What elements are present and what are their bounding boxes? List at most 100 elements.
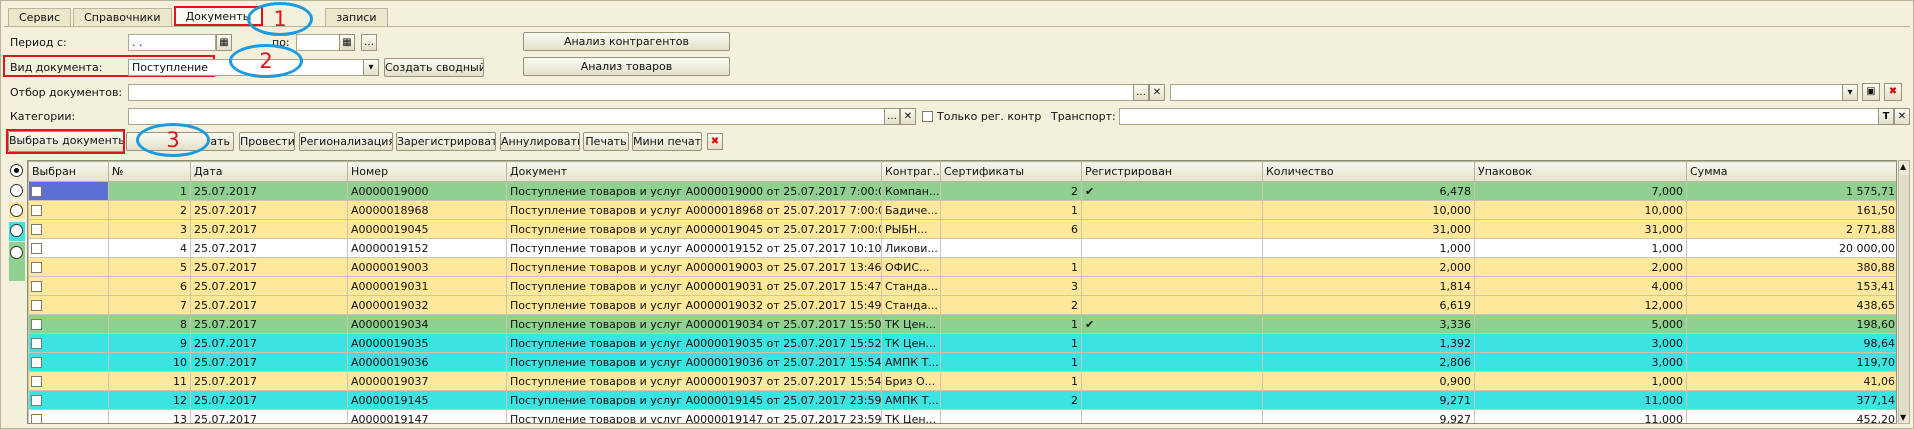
row-document: Поступление товаров и услуг A0000019032 …	[506, 295, 882, 315]
row-selected-cell[interactable]	[28, 352, 109, 372]
row-checkbox[interactable]	[31, 224, 42, 235]
table-row[interactable]: 5 25.07.2017 A0000019003 Поступление товаро…	[28, 257, 1896, 277]
row-checkbox[interactable]	[31, 395, 42, 406]
row-checkbox[interactable]	[31, 376, 42, 387]
table-row[interactable]: 2 25.07.2017 A0000018968 Поступление товаро…	[28, 200, 1896, 220]
chevron-down-icon[interactable]: ▾	[363, 59, 379, 76]
vertical-scrollbar[interactable]: ▲ ▼	[1898, 160, 1910, 424]
tab-records[interactable]: записи	[325, 8, 388, 26]
save-icon[interactable]: ▣	[1862, 83, 1880, 101]
row-quantity: 2,806	[1262, 352, 1475, 372]
col-contractor[interactable]: Контраг...	[881, 161, 941, 182]
table-row[interactable]: 4 25.07.2017 A0000019152 Поступление товаро…	[28, 238, 1896, 258]
doc-filter-clear-icon[interactable]: ✕	[1149, 84, 1165, 101]
tab-references[interactable]: Справочники	[73, 8, 172, 26]
transport-label: Транспорт:	[1051, 110, 1116, 123]
register-button[interactable]: Зарегистрировать	[396, 132, 496, 151]
row-checkbox[interactable]	[31, 357, 42, 368]
col-date[interactable]: Дата	[190, 161, 348, 182]
tab-service[interactable]: Сервис	[8, 8, 72, 26]
col-sum[interactable]: Сумма	[1686, 161, 1896, 182]
table-row[interactable]: 8 25.07.2017 A0000019034 Поступление товаро…	[28, 314, 1896, 334]
row-checkbox[interactable]	[31, 300, 42, 311]
row-checkbox[interactable]	[31, 243, 42, 254]
row-selected-cell[interactable]	[28, 219, 109, 239]
period-from-input[interactable]: . .	[128, 34, 216, 51]
col-doc-number[interactable]: Номер	[347, 161, 507, 182]
table-row[interactable]: 13 25.07.2017 A0000019147 Поступление товар…	[28, 409, 1896, 423]
transport-clear-icon[interactable]: ✕	[1894, 108, 1910, 125]
calendar-from-icon[interactable]: ▦	[216, 34, 232, 51]
table-row[interactable]: 10 25.07.2017 A0000019036 Поступление товар…	[28, 352, 1896, 372]
row-checkbox[interactable]	[31, 262, 42, 273]
print-button[interactable]: Печать	[583, 132, 629, 151]
chevron-down-icon[interactable]: ▾	[1842, 84, 1858, 101]
row-selected-cell[interactable]	[28, 390, 109, 410]
row-selected-cell[interactable]	[28, 314, 109, 334]
post-button[interactable]: Провести	[239, 132, 295, 151]
text-type-icon[interactable]: T	[1878, 108, 1894, 125]
table-row[interactable]: 9 25.07.2017 A0000019035 Поступление товаро…	[28, 333, 1896, 353]
radio-cyan[interactable]	[10, 224, 23, 237]
contractor-analysis-button[interactable]: Анализ контрагентов	[523, 32, 730, 51]
radio-yellow[interactable]	[10, 204, 23, 217]
calendar-to-icon[interactable]: ▦	[339, 34, 355, 51]
row-selected-cell[interactable]	[28, 238, 109, 258]
categories-clear-icon[interactable]: ✕	[900, 108, 916, 125]
row-checkbox[interactable]	[31, 205, 42, 216]
transport-input[interactable]	[1119, 108, 1880, 125]
col-document[interactable]: Документ	[506, 161, 882, 182]
regionalization-button[interactable]: Регионализация	[299, 132, 393, 151]
annul-button[interactable]: Аннулировать	[500, 132, 580, 151]
row-doc-number: A0000019034	[347, 314, 507, 334]
row-sum: 98,64	[1686, 333, 1896, 353]
table-row[interactable]: 3 25.07.2017 A0000019045 Поступление товаро…	[28, 219, 1896, 239]
col-certificates[interactable]: Сертификаты	[940, 161, 1082, 182]
row-selected-cell[interactable]	[28, 200, 109, 220]
scroll-thumb[interactable]	[1900, 175, 1909, 415]
row-checkbox[interactable]	[31, 186, 42, 197]
table-row[interactable]: 7 25.07.2017 A0000019032 Поступление товаро…	[28, 295, 1896, 315]
row-packages: 12,000	[1474, 295, 1687, 315]
table-row[interactable]: 1 25.07.2017 A0000019000 Поступление товаро…	[28, 181, 1896, 201]
radio-all[interactable]	[10, 164, 23, 177]
close-icon[interactable]: ✖	[707, 133, 723, 150]
only-reg-checkbox[interactable]	[922, 111, 933, 122]
doc-filter-input[interactable]	[128, 84, 1147, 101]
doc-filter-value-select[interactable]	[1170, 84, 1856, 101]
row-registered	[1081, 238, 1263, 258]
col-selected[interactable]: Выбран	[28, 161, 109, 182]
goods-analysis-button[interactable]: Анализ товаров	[523, 57, 730, 76]
row-selected-cell[interactable]	[28, 181, 109, 201]
row-checkbox[interactable]	[31, 338, 42, 349]
row-checkbox[interactable]	[31, 319, 42, 330]
row-selected-cell[interactable]	[28, 409, 109, 423]
col-registered[interactable]: Регистрирован	[1081, 161, 1263, 182]
row-checkbox[interactable]	[31, 414, 42, 423]
doc-filter-select-icon[interactable]: …	[1133, 84, 1149, 101]
period-select-button[interactable]: …	[361, 34, 377, 51]
table-row[interactable]: 12 25.07.2017 A0000019145 Поступление товар…	[28, 390, 1896, 410]
delete-icon[interactable]: ✖	[1884, 83, 1902, 101]
row-selected-cell[interactable]	[28, 257, 109, 277]
categories-input[interactable]	[128, 108, 901, 125]
col-quantity[interactable]: Количество	[1262, 161, 1475, 182]
row-selected-cell[interactable]	[28, 333, 109, 353]
mini-print-button[interactable]: Мини печать	[632, 132, 702, 151]
table-row[interactable]: 11 25.07.2017 A0000019037 Поступление товар…	[28, 371, 1896, 391]
row-selected-cell[interactable]	[28, 295, 109, 315]
table-row[interactable]: 6 25.07.2017 A0000019031 Поступление товаро…	[28, 276, 1896, 296]
radio-white[interactable]	[10, 184, 23, 197]
radio-green[interactable]	[10, 246, 23, 259]
col-packages[interactable]: Упаковок	[1474, 161, 1687, 182]
row-selected-cell[interactable]	[28, 371, 109, 391]
row-checkbox[interactable]	[31, 281, 42, 292]
categories-select-icon[interactable]: …	[884, 108, 900, 125]
scroll-down-icon[interactable]: ▼	[1900, 413, 1906, 422]
row-selected-cell[interactable]	[28, 276, 109, 296]
col-number[interactable]: №	[108, 161, 191, 182]
row-contractor: Компан...	[881, 181, 941, 201]
scroll-up-icon[interactable]: ▲	[1900, 162, 1906, 171]
row-date: 25.07.2017	[190, 371, 348, 391]
create-summary-button[interactable]: Создать сводный	[384, 58, 484, 77]
